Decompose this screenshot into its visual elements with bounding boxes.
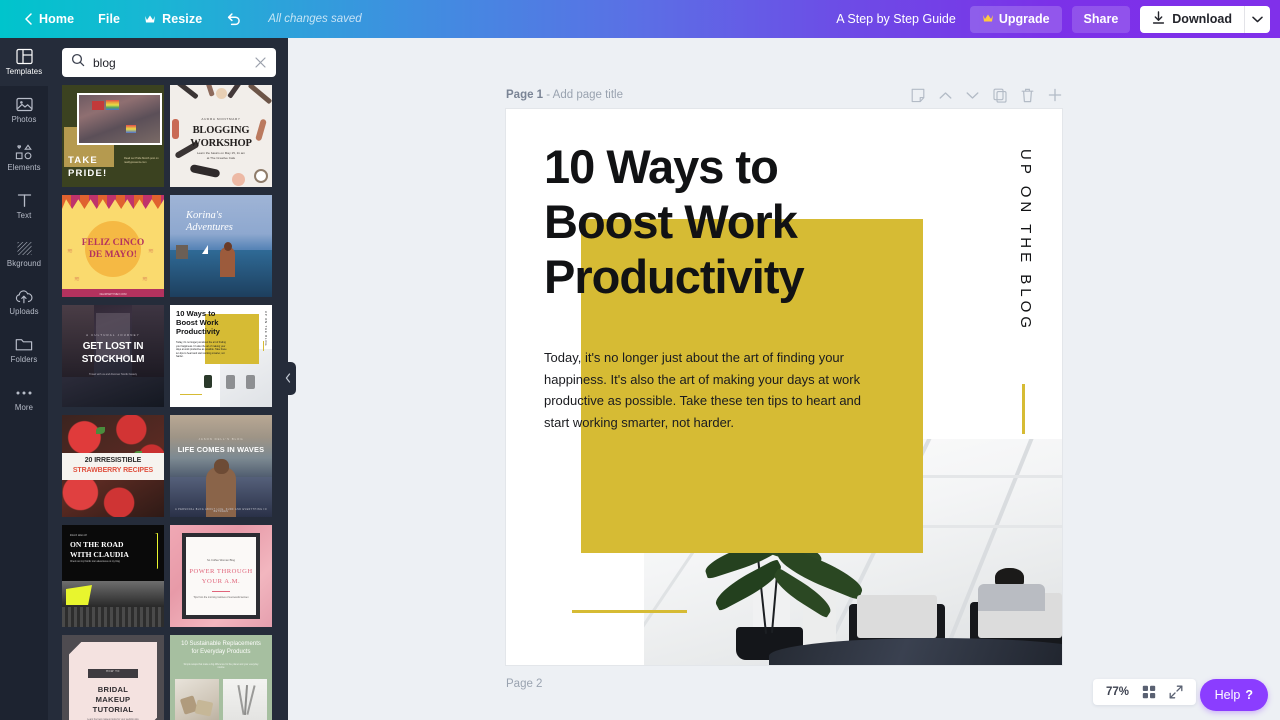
template-thumbnail[interactable]: So Coffee Woman Blog POWER THROUGH YOUR A… [170, 525, 272, 627]
share-button[interactable]: Share [1071, 5, 1131, 33]
background-icon [16, 240, 33, 257]
document-title[interactable]: A Step by Step Guide [836, 12, 956, 26]
template-thumbnail[interactable]: 20 IRRESISTIBLE STRAWBERRY RECIPES [62, 415, 164, 517]
collapse-panel-handle[interactable] [280, 362, 296, 395]
file-label: File [98, 12, 121, 26]
download-icon [1152, 10, 1165, 28]
design-heading[interactable]: 10 Ways to Boost Work Productivity [544, 140, 874, 305]
sidebar-item-label: Uploads [9, 307, 39, 317]
sidebar-item-photos[interactable]: Photos [0, 86, 48, 134]
home-label: Home [39, 12, 75, 26]
chevron-down-icon[interactable] [966, 91, 979, 100]
templates-icon [15, 48, 33, 65]
page-header: Page 1 - Add page title [506, 86, 1062, 104]
sidebar-item-label: Bkground [6, 259, 42, 269]
sidebar-item-label: Photos [11, 115, 37, 125]
upgrade-button[interactable]: Upgrade [969, 5, 1062, 33]
text-icon [16, 192, 33, 209]
search-icon [71, 53, 85, 72]
share-label: Share [1083, 12, 1119, 26]
template-grid: TAKE PRIDE! Read our Pride Month post on … [48, 85, 288, 720]
home-button[interactable]: Home [12, 0, 86, 38]
canvas-area[interactable]: Page 1 - Add page title 10 Ways to Boost… [288, 38, 1280, 720]
grid-view-icon[interactable] [1142, 685, 1156, 699]
sidebar-item-folders[interactable]: Folders [0, 326, 48, 374]
duplicate-icon[interactable] [993, 88, 1007, 103]
notes-icon[interactable] [911, 88, 925, 103]
question-mark-icon: ? [1245, 688, 1253, 702]
page-number-label: Page 1 [506, 89, 544, 101]
sidebar-item-text[interactable]: Text [0, 182, 48, 230]
resize-button[interactable]: Resize [132, 0, 214, 38]
template-thumbnail[interactable]: 10 Ways to Boost Work Productivity Today… [170, 305, 272, 407]
page-2-label: Page 2 [506, 678, 543, 690]
search-area [48, 38, 288, 85]
horizontal-accent-line [572, 610, 687, 613]
top-bar-right-group: A Step by Step Guide Upgrade Share Downl… [836, 5, 1280, 33]
zoom-controls: 77% [1092, 679, 1196, 705]
page-toolbar [911, 88, 1062, 103]
elements-icon [15, 144, 33, 161]
search-input[interactable] [93, 55, 254, 70]
sidebar-item-label: More [14, 403, 34, 413]
upgrade-label: Upgrade [998, 12, 1050, 26]
chevron-left-icon [24, 13, 33, 25]
crown-icon [144, 14, 156, 24]
help-button[interactable]: Help ? [1199, 679, 1268, 711]
template-thumbnail[interactable]: TAKE PRIDE! Read our Pride Month post on … [62, 85, 164, 187]
design-page-1[interactable]: 10 Ways to Boost Work Productivity Today… [506, 109, 1062, 665]
sidebar-item-templates[interactable]: Templates [0, 38, 48, 86]
add-page-title-placeholder[interactable]: - Add page title [546, 89, 623, 101]
chevron-up-icon[interactable] [939, 91, 952, 100]
sidebar-item-label: Templates [5, 67, 43, 77]
template-thumbnail[interactable]: JASON DELL'S BLOG LIFE COMES IN WAVES A … [170, 415, 272, 517]
save-status: All changes saved [268, 13, 362, 25]
undo-icon [226, 12, 242, 26]
trash-icon[interactable] [1021, 88, 1034, 103]
template-thumbnail[interactable]: Korina's Adventures [170, 195, 272, 297]
left-rail: Templates Photos Elements Text Bkground [0, 38, 48, 720]
download-button[interactable]: Download [1140, 5, 1244, 33]
file-menu-button[interactable]: File [86, 0, 132, 38]
chevron-down-icon [1252, 10, 1263, 28]
crown-icon [982, 12, 994, 26]
template-thumbnail[interactable]: AUDRA MONTMARY BLOGGING WORKSHOP Learn th… [170, 85, 272, 187]
sidebar-item-more[interactable]: More [0, 374, 48, 422]
top-bar: Home File Resize All changes saved A Ste… [0, 0, 1280, 38]
design-body-text[interactable]: Today, it's no longer just about the art… [544, 347, 869, 433]
template-thumbnail[interactable]: 10 Sustainable Replacements for Everyday … [170, 635, 272, 720]
help-label: Help [1214, 688, 1241, 702]
design-vertical-text[interactable]: UP ON THE BLOG [1017, 149, 1034, 332]
download-group: Download [1140, 5, 1270, 33]
top-bar-left-group: Home File Resize All changes saved [0, 0, 362, 38]
photos-icon [15, 96, 33, 113]
search-box[interactable] [62, 48, 276, 77]
download-options-button[interactable] [1244, 5, 1270, 33]
sidebar-item-label: Folders [10, 355, 38, 365]
template-thumbnail[interactable]: Don't miss it! ON THE ROAD WITH CLAUDIA C… [62, 525, 164, 627]
resize-label: Resize [162, 12, 203, 26]
vertical-accent-line [1022, 384, 1025, 434]
download-label: Download [1172, 12, 1232, 26]
zoom-level-label[interactable]: 77% [1106, 686, 1129, 698]
plus-icon[interactable] [1048, 88, 1062, 102]
sidebar-item-label: Text [16, 211, 32, 221]
folders-icon [15, 336, 33, 353]
more-icon [15, 384, 33, 401]
sidebar-item-elements[interactable]: Elements [0, 134, 48, 182]
undo-button[interactable] [214, 0, 254, 38]
templates-panel: TAKEPRIDE! Read our Pride Month post on … [48, 38, 288, 720]
sidebar-item-background[interactable]: Bkground [0, 230, 48, 278]
uploads-icon [15, 288, 33, 305]
chevron-left-icon [285, 370, 291, 388]
fullscreen-icon[interactable] [1169, 685, 1183, 699]
template-thumbnail[interactable]: A CULTURAL JOURNEY GET LOST IN STOCKHOLM … [62, 305, 164, 407]
page-title-row[interactable]: Page 1 - Add page title [506, 89, 623, 101]
sidebar-item-label: Elements [7, 163, 41, 173]
template-thumbnail[interactable]: HOW TO BRIDALMAKEUPTUTORIAL Learn the be… [62, 635, 164, 720]
clear-search-icon[interactable] [254, 54, 267, 72]
sidebar-item-uploads[interactable]: Uploads [0, 278, 48, 326]
template-thumbnail[interactable]: FELIZ CINCO DE MAYO! FELIZPARTYMEX.COM ≋ … [62, 195, 164, 297]
